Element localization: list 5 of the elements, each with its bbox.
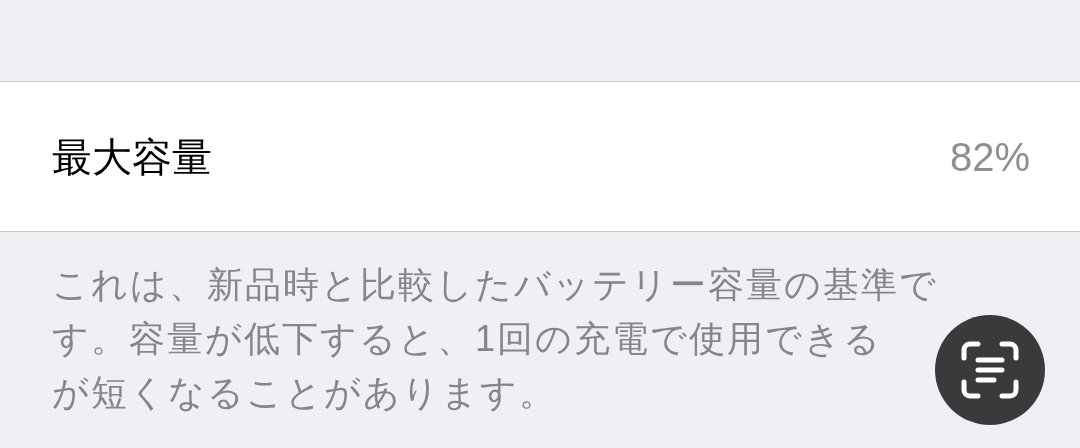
row-label: 最大容量 [52, 133, 212, 181]
footer-text: これは、新品時と比較したバッテリー容量の基準で [52, 263, 938, 307]
footer-text: す。容量が低下すると、1回の充電で使用できる [52, 317, 883, 361]
row-value: 82% [949, 133, 1030, 181]
footer-text: が短くなることがあります。 [52, 371, 557, 415]
